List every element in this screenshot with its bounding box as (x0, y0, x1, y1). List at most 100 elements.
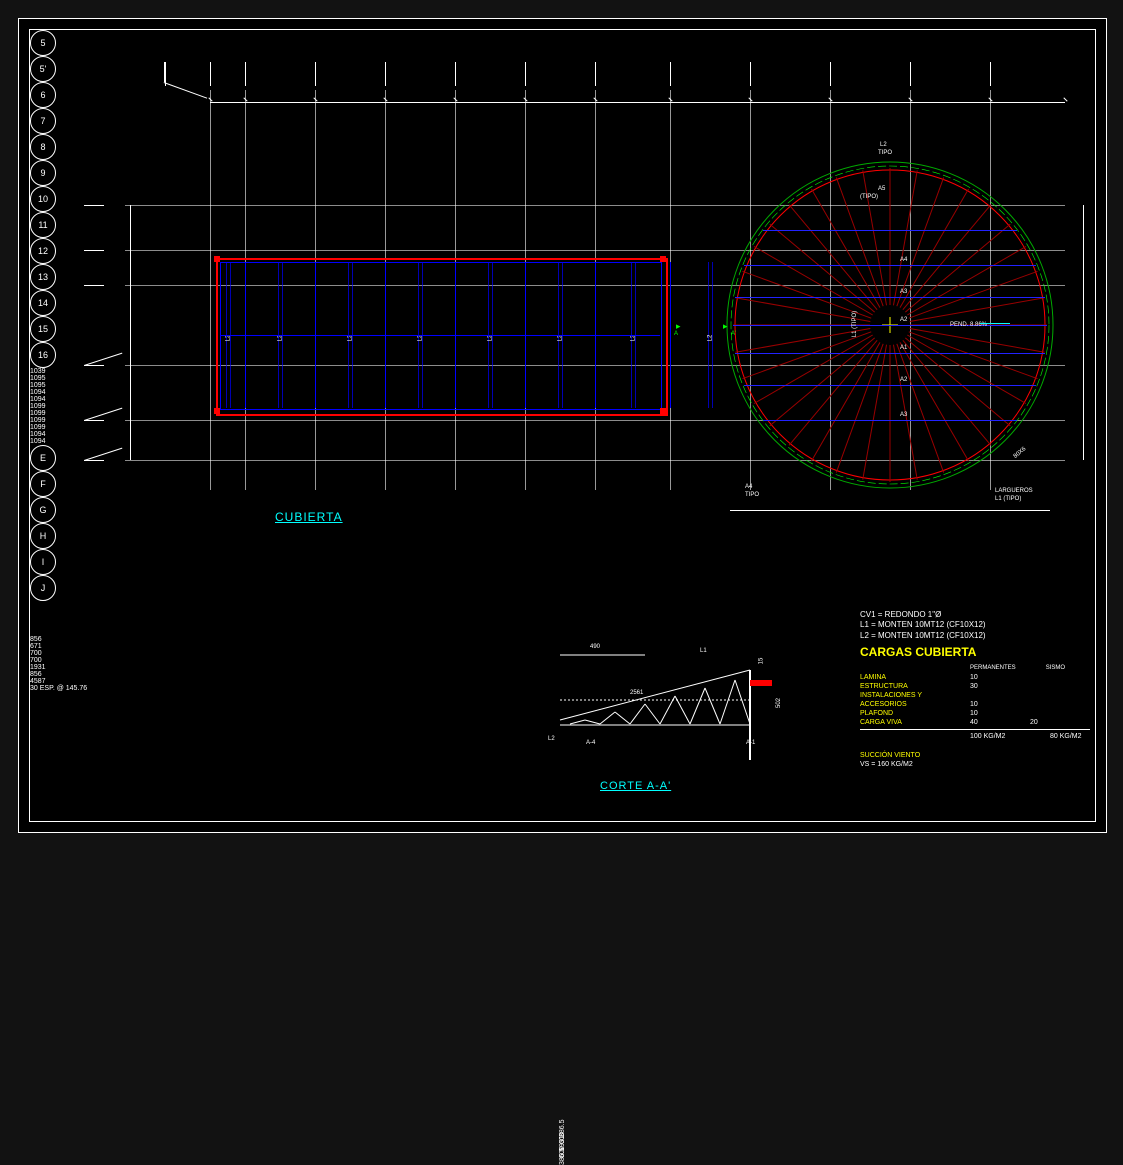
leader (84, 353, 122, 366)
beam-label: A1 (900, 345, 907, 351)
l2-label: L2 (707, 335, 713, 342)
tick (313, 97, 317, 101)
grid-bubble-10: 10 (30, 186, 56, 212)
grid-leader (910, 62, 911, 86)
grid-leader (595, 62, 596, 86)
grid-leader (315, 62, 316, 86)
grid-bubble-8: 8 (30, 134, 56, 160)
grid-bubble-E: E (30, 445, 56, 471)
post (214, 408, 220, 414)
post (660, 408, 666, 414)
circle-beam (763, 420, 1017, 421)
beam-label: A4 (900, 257, 907, 263)
grid-leader (245, 62, 246, 86)
cargas-heading: CARGAS CUBIERTA (860, 645, 1090, 661)
grid-leader (385, 62, 386, 86)
leader (84, 420, 104, 421)
sec-l2: L2 (548, 736, 555, 742)
load-row: PLAFOND10 (860, 709, 1090, 718)
post (214, 256, 220, 262)
l1-lbl: L1 (TIPO) (852, 311, 858, 337)
dim-line-top (210, 102, 1065, 103)
leader (84, 205, 104, 206)
note-cv1: CV1 = REDONDO 1"Ø (860, 610, 1090, 620)
a5t: (TIPO) (860, 194, 878, 200)
beam (670, 262, 671, 408)
grid-leader (670, 62, 671, 86)
circle-beam (763, 230, 1017, 231)
grid-bubble-16: 16 (30, 342, 56, 368)
circle-beam (744, 385, 1035, 386)
grid-leader (455, 62, 456, 86)
load-row: ACCESORIOS10 (860, 700, 1090, 709)
sec-d3: 15 (758, 658, 764, 665)
leader (84, 460, 104, 461)
grid-bubble-12: 12 (30, 238, 56, 264)
grid-bubble-I: I (30, 549, 56, 575)
grid-leader (830, 62, 831, 86)
load-total: 100 KG/M280 KG/M2 (860, 729, 1090, 741)
grid-bubble-5: 5 (30, 30, 56, 56)
a4tipo: TIPO (745, 492, 759, 498)
circle-beam (735, 353, 1044, 354)
tipo-lbl: TIPO (878, 150, 892, 156)
leader (84, 285, 104, 286)
tick (748, 97, 752, 101)
tick (988, 97, 992, 101)
wind-val: VS = 160 KG/M2 (860, 760, 1090, 769)
tick (593, 97, 597, 101)
circle-beam (733, 325, 1047, 326)
note-l2: L2 = MONTEN 10MT12 (CF10X12) (860, 631, 1090, 641)
grid-bubble-F: F (30, 471, 56, 497)
grid-vline (210, 90, 211, 490)
circle-dim (730, 510, 1050, 511)
leader (84, 448, 122, 461)
beam-label: A2 (900, 317, 907, 323)
ridge (220, 335, 660, 336)
tick (243, 97, 247, 101)
note-l1: L1 = MONTEN 10MT12 (CF10X12) (860, 620, 1090, 630)
tick (383, 97, 387, 101)
tick (668, 97, 672, 101)
tick (908, 97, 912, 101)
dim-line-right (1083, 205, 1084, 460)
grid-leader (750, 62, 751, 86)
grid-bubble-11: 11 (30, 212, 56, 238)
circle-beam (744, 265, 1035, 266)
grid-bubble-H: H (30, 523, 56, 549)
load-row: CARGA VIVA4020 (860, 718, 1090, 727)
tick (523, 97, 527, 101)
l2-lbl: L2 (880, 142, 887, 148)
a4-lbl: A4 (745, 484, 752, 490)
a5-lbl: A5 (878, 186, 885, 192)
circle-beam (735, 297, 1044, 298)
grid-bubble-13: 13 (30, 264, 56, 290)
grid-bubble-5': 5' (30, 56, 56, 82)
a-lbl: A (674, 331, 678, 337)
slope-arrow (980, 323, 1010, 324)
leader (164, 62, 165, 82)
leader (84, 365, 104, 366)
leader (84, 250, 104, 251)
larg2-lbl: L1 (TIPO) (995, 496, 1021, 502)
plan-title: CUBIERTA (275, 510, 343, 524)
grid-bubble-7: 7 (30, 108, 56, 134)
sec-a2: ▸ (723, 321, 728, 332)
sec-l1: L1 (700, 648, 707, 654)
sec-d4: 502 (776, 698, 782, 708)
sec-a1l: A-1 (746, 740, 755, 746)
load-row: ESTRUCTURA30 (860, 682, 1090, 691)
sec-a4: A-4 (586, 740, 595, 746)
grid-bubble-J: J (30, 575, 56, 601)
tick (453, 97, 457, 101)
dim-line-left (130, 205, 131, 460)
tick (208, 97, 212, 101)
tick (828, 97, 832, 101)
leader (164, 82, 208, 99)
grid-leader (990, 62, 991, 86)
larg-lbl: LARGUEROS (995, 488, 1033, 494)
beam-label: A3 (900, 412, 907, 418)
grid-leader (210, 62, 211, 86)
ap-lbl: A' (731, 331, 736, 337)
sec-d1: 490 (590, 644, 600, 650)
